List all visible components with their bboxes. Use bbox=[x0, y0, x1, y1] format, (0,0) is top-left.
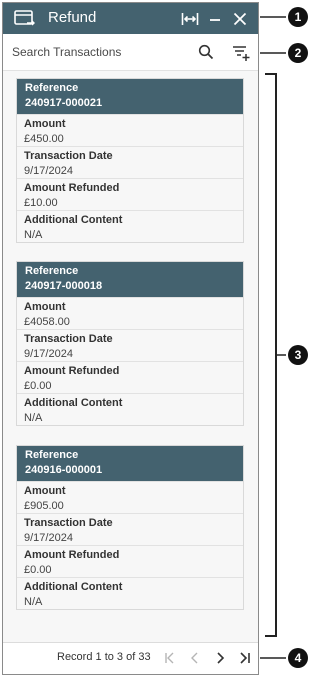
additional-content-label: Additional Content bbox=[24, 581, 123, 593]
amount-refunded-field: Amount Refunded £0.00 bbox=[17, 361, 243, 393]
callout-badge: 2 bbox=[288, 43, 308, 63]
window-title: Refund bbox=[48, 9, 97, 26]
transaction-date-field: Transaction Date 9/17/2024 bbox=[17, 513, 243, 545]
additional-content-field: Additional Content N/A bbox=[17, 393, 243, 425]
amount-refunded-label: Amount Refunded bbox=[24, 365, 120, 377]
previous-page-icon[interactable] bbox=[188, 651, 202, 665]
first-page-icon[interactable] bbox=[163, 651, 177, 665]
amount-label: Amount bbox=[24, 118, 66, 130]
card-header: Reference 240917-000018 bbox=[17, 262, 243, 297]
filter-add-icon[interactable] bbox=[232, 44, 250, 67]
amount-value: £905.00 bbox=[24, 500, 64, 512]
search-icon[interactable] bbox=[198, 44, 214, 65]
transaction-date-value: 9/17/2024 bbox=[24, 165, 73, 177]
callout-badge: 1 bbox=[288, 7, 308, 27]
amount-refunded-field: Amount Refunded £0.00 bbox=[17, 545, 243, 577]
additional-content-field: Additional Content N/A bbox=[17, 210, 243, 242]
minimize-icon[interactable] bbox=[206, 10, 224, 28]
callout-badge: 3 bbox=[288, 345, 308, 365]
annotation-lines bbox=[260, 16, 286, 659]
expand-icon[interactable] bbox=[181, 10, 199, 28]
card-header: Reference 240916-000001 bbox=[17, 446, 243, 481]
reference-label: Reference bbox=[25, 265, 79, 277]
additional-content-label: Additional Content bbox=[24, 397, 123, 409]
amount-refunded-value: £0.00 bbox=[24, 380, 52, 392]
reference-value: 240916-000001 bbox=[25, 464, 103, 476]
transaction-date-value: 9/17/2024 bbox=[24, 532, 73, 544]
refund-card-icon bbox=[14, 10, 36, 33]
next-page-icon[interactable] bbox=[213, 651, 227, 665]
search-bar bbox=[3, 34, 258, 71]
amount-field: Amount £4058.00 bbox=[17, 297, 243, 329]
amount-value: £450.00 bbox=[24, 133, 64, 145]
card-header: Reference 240917-000021 bbox=[17, 79, 243, 114]
transaction-card[interactable]: Reference 240917-000021 Amount £450.00 T… bbox=[16, 78, 244, 243]
pagination-bar: Record 1 to 3 of 33 bbox=[3, 642, 258, 674]
amount-label: Amount bbox=[24, 485, 66, 497]
additional-content-label: Additional Content bbox=[24, 214, 123, 226]
transaction-card[interactable]: Reference 240916-000001 Amount £905.00 T… bbox=[16, 445, 244, 610]
additional-content-value: N/A bbox=[24, 412, 43, 424]
additional-content-field: Additional Content N/A bbox=[17, 577, 243, 609]
amount-refunded-value: £0.00 bbox=[24, 564, 52, 576]
reference-label: Reference bbox=[25, 82, 79, 94]
additional-content-value: N/A bbox=[24, 596, 43, 608]
search-input[interactable] bbox=[12, 43, 182, 61]
transaction-date-label: Transaction Date bbox=[24, 517, 113, 529]
amount-value: £4058.00 bbox=[24, 316, 70, 328]
transaction-card[interactable]: Reference 240917-000018 Amount £4058.00 … bbox=[16, 261, 244, 426]
amount-field: Amount £905.00 bbox=[17, 481, 243, 513]
amount-refunded-label: Amount Refunded bbox=[24, 549, 120, 561]
transaction-date-label: Transaction Date bbox=[24, 333, 113, 345]
refund-panel: Refund Search Transactions Reference 240… bbox=[2, 2, 259, 675]
transaction-date-field: Transaction Date 9/17/2024 bbox=[17, 329, 243, 361]
record-count: Record 1 to 3 of 33 bbox=[57, 651, 151, 663]
transaction-date-label: Transaction Date bbox=[24, 150, 113, 162]
reference-value: 240917-000018 bbox=[25, 280, 103, 292]
callout-badge: 4 bbox=[288, 648, 308, 668]
reference-label: Reference bbox=[25, 449, 79, 461]
transaction-list[interactable]: Reference 240917-000021 Amount £450.00 T… bbox=[3, 71, 258, 643]
transaction-date-value: 9/17/2024 bbox=[24, 348, 73, 360]
amount-label: Amount bbox=[24, 301, 66, 313]
last-page-icon[interactable] bbox=[238, 651, 252, 665]
close-icon[interactable] bbox=[231, 10, 249, 28]
additional-content-value: N/A bbox=[24, 229, 43, 241]
amount-refunded-label: Amount Refunded bbox=[24, 182, 120, 194]
title-bar: Refund bbox=[3, 3, 258, 34]
reference-value: 240917-000021 bbox=[25, 97, 103, 109]
amount-refunded-field: Amount Refunded £10.00 bbox=[17, 178, 243, 210]
amount-field: Amount £450.00 bbox=[17, 114, 243, 146]
transaction-date-field: Transaction Date 9/17/2024 bbox=[17, 146, 243, 178]
amount-refunded-value: £10.00 bbox=[24, 197, 58, 209]
